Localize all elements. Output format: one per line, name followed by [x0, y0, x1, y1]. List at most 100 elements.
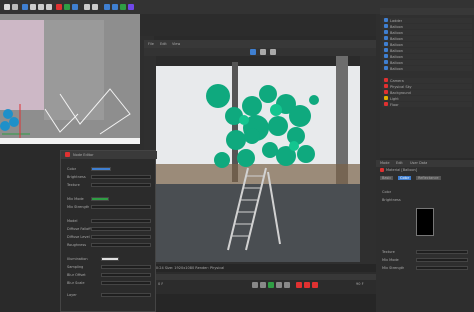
scale-icon[interactable] — [38, 4, 44, 10]
object-row[interactable]: Floor — [382, 102, 472, 107]
attr-field[interactable] — [416, 266, 468, 270]
color-swatch[interactable] — [416, 208, 434, 236]
node-editor-window: Node Editor Color Brightness Texture Mix… — [60, 150, 157, 312]
sky-icon — [384, 84, 388, 88]
attr-label-texture: Texture — [382, 250, 395, 254]
color-bar-blue[interactable] — [91, 167, 111, 171]
render-status: 00:00:24 Size: 1920x1080 Render: Physica… — [148, 266, 225, 270]
menu-view[interactable]: View — [172, 42, 180, 46]
object-row[interactable]: Balloon — [382, 36, 472, 41]
play-icon[interactable] — [268, 282, 274, 288]
field[interactable] — [91, 175, 151, 179]
redo-icon[interactable] — [12, 4, 18, 10]
compare-icon[interactable] — [260, 49, 266, 55]
object-row[interactable]: Light — [382, 96, 472, 101]
viewport-wireframe — [0, 88, 131, 142]
material-icon — [65, 152, 70, 157]
render-start-icon[interactable] — [250, 49, 256, 55]
undo-icon[interactable] — [4, 4, 10, 10]
cube-icon[interactable] — [104, 4, 110, 10]
field[interactable] — [101, 273, 151, 277]
left-viewport[interactable] — [0, 14, 140, 144]
object-row[interactable]: Balloon — [382, 66, 472, 71]
pen-icon[interactable] — [112, 4, 118, 10]
prev-frame-icon[interactable] — [260, 282, 266, 288]
field[interactable] — [91, 219, 151, 223]
object-row[interactable]: Balloon — [382, 30, 472, 35]
field[interactable] — [91, 235, 151, 239]
balloon-cluster — [206, 84, 319, 251]
menu-edit[interactable]: Edit — [160, 42, 167, 46]
attr-label-brightness: Brightness — [382, 198, 401, 202]
balloon-icon — [384, 54, 388, 58]
axis-x-icon[interactable] — [56, 4, 62, 10]
render-settings-icon[interactable] — [92, 4, 98, 10]
axis-y-icon[interactable] — [64, 4, 70, 10]
zoom-icon[interactable] — [270, 49, 276, 55]
field[interactable] — [101, 281, 151, 285]
coordinates-area — [156, 294, 376, 312]
ladder-icon — [384, 18, 388, 22]
render-view-panel: File Edit View 00:00:24 Size: 1920x1080 … — [144, 40, 376, 272]
field[interactable] — [91, 183, 151, 187]
attribute-manager: Mode Edit User Data Material [Balloon] B… — [376, 160, 474, 312]
floor-icon — [384, 102, 388, 106]
color-bar-green[interactable] — [91, 197, 109, 201]
axis-z-icon[interactable] — [72, 4, 78, 10]
object-row[interactable]: Ladder — [382, 18, 472, 23]
tab-basic[interactable]: Basic — [380, 176, 394, 180]
rotate-icon[interactable] — [46, 4, 52, 10]
go-end-icon[interactable] — [284, 282, 290, 288]
generator-icon[interactable] — [120, 4, 126, 10]
menu-file[interactable]: File — [148, 42, 154, 46]
go-start-icon[interactable] — [252, 282, 258, 288]
node-field-list: Color Brightness Texture Mix Mode Mix St… — [65, 163, 153, 309]
object-row[interactable]: Balloon — [382, 24, 472, 29]
attr-menu-userdata[interactable]: User Data — [410, 161, 427, 165]
render-toolbar — [140, 14, 376, 36]
key-icon[interactable] — [304, 282, 310, 288]
object-row[interactable]: Camera — [382, 78, 472, 83]
attr-field[interactable] — [416, 250, 468, 254]
tab-reflectance[interactable]: Reflectance — [416, 176, 441, 180]
attribute-tabs: Basic Color Reflectance — [380, 176, 470, 182]
attr-label-mixmode: Mix Mode — [382, 258, 399, 262]
left-lower-panel — [0, 150, 60, 312]
render-toolbar-row — [144, 48, 376, 56]
object-row[interactable]: Balloon — [382, 42, 472, 47]
field[interactable] — [101, 265, 151, 269]
background-icon — [384, 90, 388, 94]
object-row[interactable]: Balloon — [382, 60, 472, 65]
object-row[interactable]: Physical Sky — [382, 84, 472, 89]
field[interactable] — [91, 205, 151, 209]
field[interactable] — [91, 243, 151, 247]
object-manager: Ladder Balloon Balloon Balloon Balloon B… — [380, 8, 474, 158]
field[interactable] — [101, 293, 151, 297]
move-icon[interactable] — [30, 4, 36, 10]
balloon-icon — [384, 60, 388, 64]
auto-key-icon[interactable] — [312, 282, 318, 288]
balloon-icon — [384, 30, 388, 34]
frame-end: 90 F — [356, 282, 364, 286]
select-icon[interactable] — [22, 4, 28, 10]
balloon-icon — [384, 24, 388, 28]
field[interactable] — [91, 227, 151, 231]
attr-field[interactable] — [416, 258, 468, 262]
balloon-icon — [384, 66, 388, 70]
record-icon[interactable] — [296, 282, 302, 288]
white-field[interactable] — [101, 257, 119, 261]
attr-label-mixstrength: Mix Strength — [382, 266, 405, 270]
object-row[interactable]: Balloon — [382, 54, 472, 59]
next-frame-icon[interactable] — [276, 282, 282, 288]
attribute-title: Material [Balloon] — [380, 168, 470, 174]
tab-color[interactable]: Color — [398, 176, 412, 180]
render-status-bar: 00:00:24 Size: 1920x1080 Render: Physica… — [144, 264, 376, 272]
render-icon[interactable] — [84, 4, 90, 10]
attr-menu-mode[interactable]: Mode — [380, 161, 390, 165]
attr-menu-edit[interactable]: Edit — [396, 161, 403, 165]
deformer-icon[interactable] — [128, 4, 134, 10]
object-row[interactable]: Background — [382, 90, 472, 95]
object-manager-menu — [380, 8, 474, 15]
object-row[interactable]: Balloon — [382, 48, 472, 53]
timeline-bar[interactable] — [156, 274, 376, 280]
